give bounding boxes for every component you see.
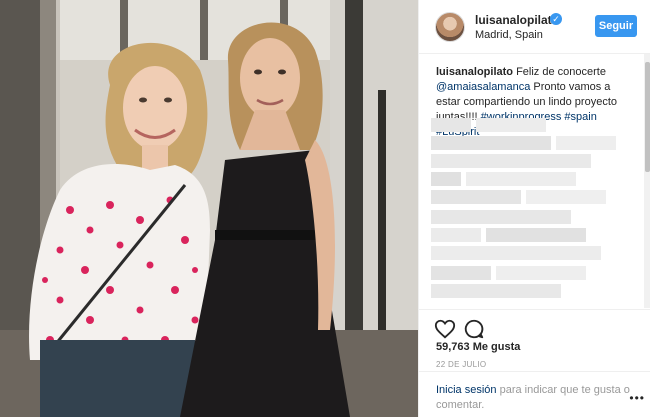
username-link[interactable]: luisanalopilato [475, 13, 559, 27]
comments-scrollbar[interactable] [644, 54, 650, 308]
avatar[interactable] [435, 12, 465, 42]
caption-mention[interactable]: @amaiasalamanca [436, 81, 530, 93]
post-actions: 59,763 Me gusta 22 DE JULIO [419, 309, 650, 379]
more-options-icon[interactable]: ••• [629, 391, 645, 405]
login-link[interactable]: Inicia sesión [436, 384, 497, 396]
caption-username[interactable]: luisanalopilato [436, 66, 513, 78]
post-header: luisanalopilato ✓ Madrid, Spain Seguir [419, 0, 650, 54]
comments-area: luisanalopilato Feliz de conocerte @amai… [419, 54, 650, 308]
scrollbar-thumb[interactable] [645, 62, 650, 172]
heart-icon[interactable] [434, 318, 456, 340]
post-date[interactable]: 22 DE JULIO [436, 360, 486, 369]
likes-count[interactable]: 59,763 Me gusta [436, 341, 520, 353]
post-details-panel: luisanalopilato ✓ Madrid, Spain Seguir l… [418, 0, 650, 417]
login-prompt: Inicia sesión para indicar que te gusta … [419, 371, 650, 417]
comment-icon[interactable] [463, 318, 485, 340]
location-link[interactable]: Madrid, Spain [475, 29, 543, 41]
blurred-comments [431, 118, 645, 304]
post-photo[interactable] [0, 0, 418, 417]
caption-text-1: Feliz de conocerte [516, 66, 606, 78]
verified-badge-icon: ✓ [550, 13, 562, 25]
login-text: Inicia sesión para indicar que te gusta … [436, 383, 636, 413]
follow-button[interactable]: Seguir [595, 15, 637, 37]
photo-illustration [0, 0, 418, 417]
